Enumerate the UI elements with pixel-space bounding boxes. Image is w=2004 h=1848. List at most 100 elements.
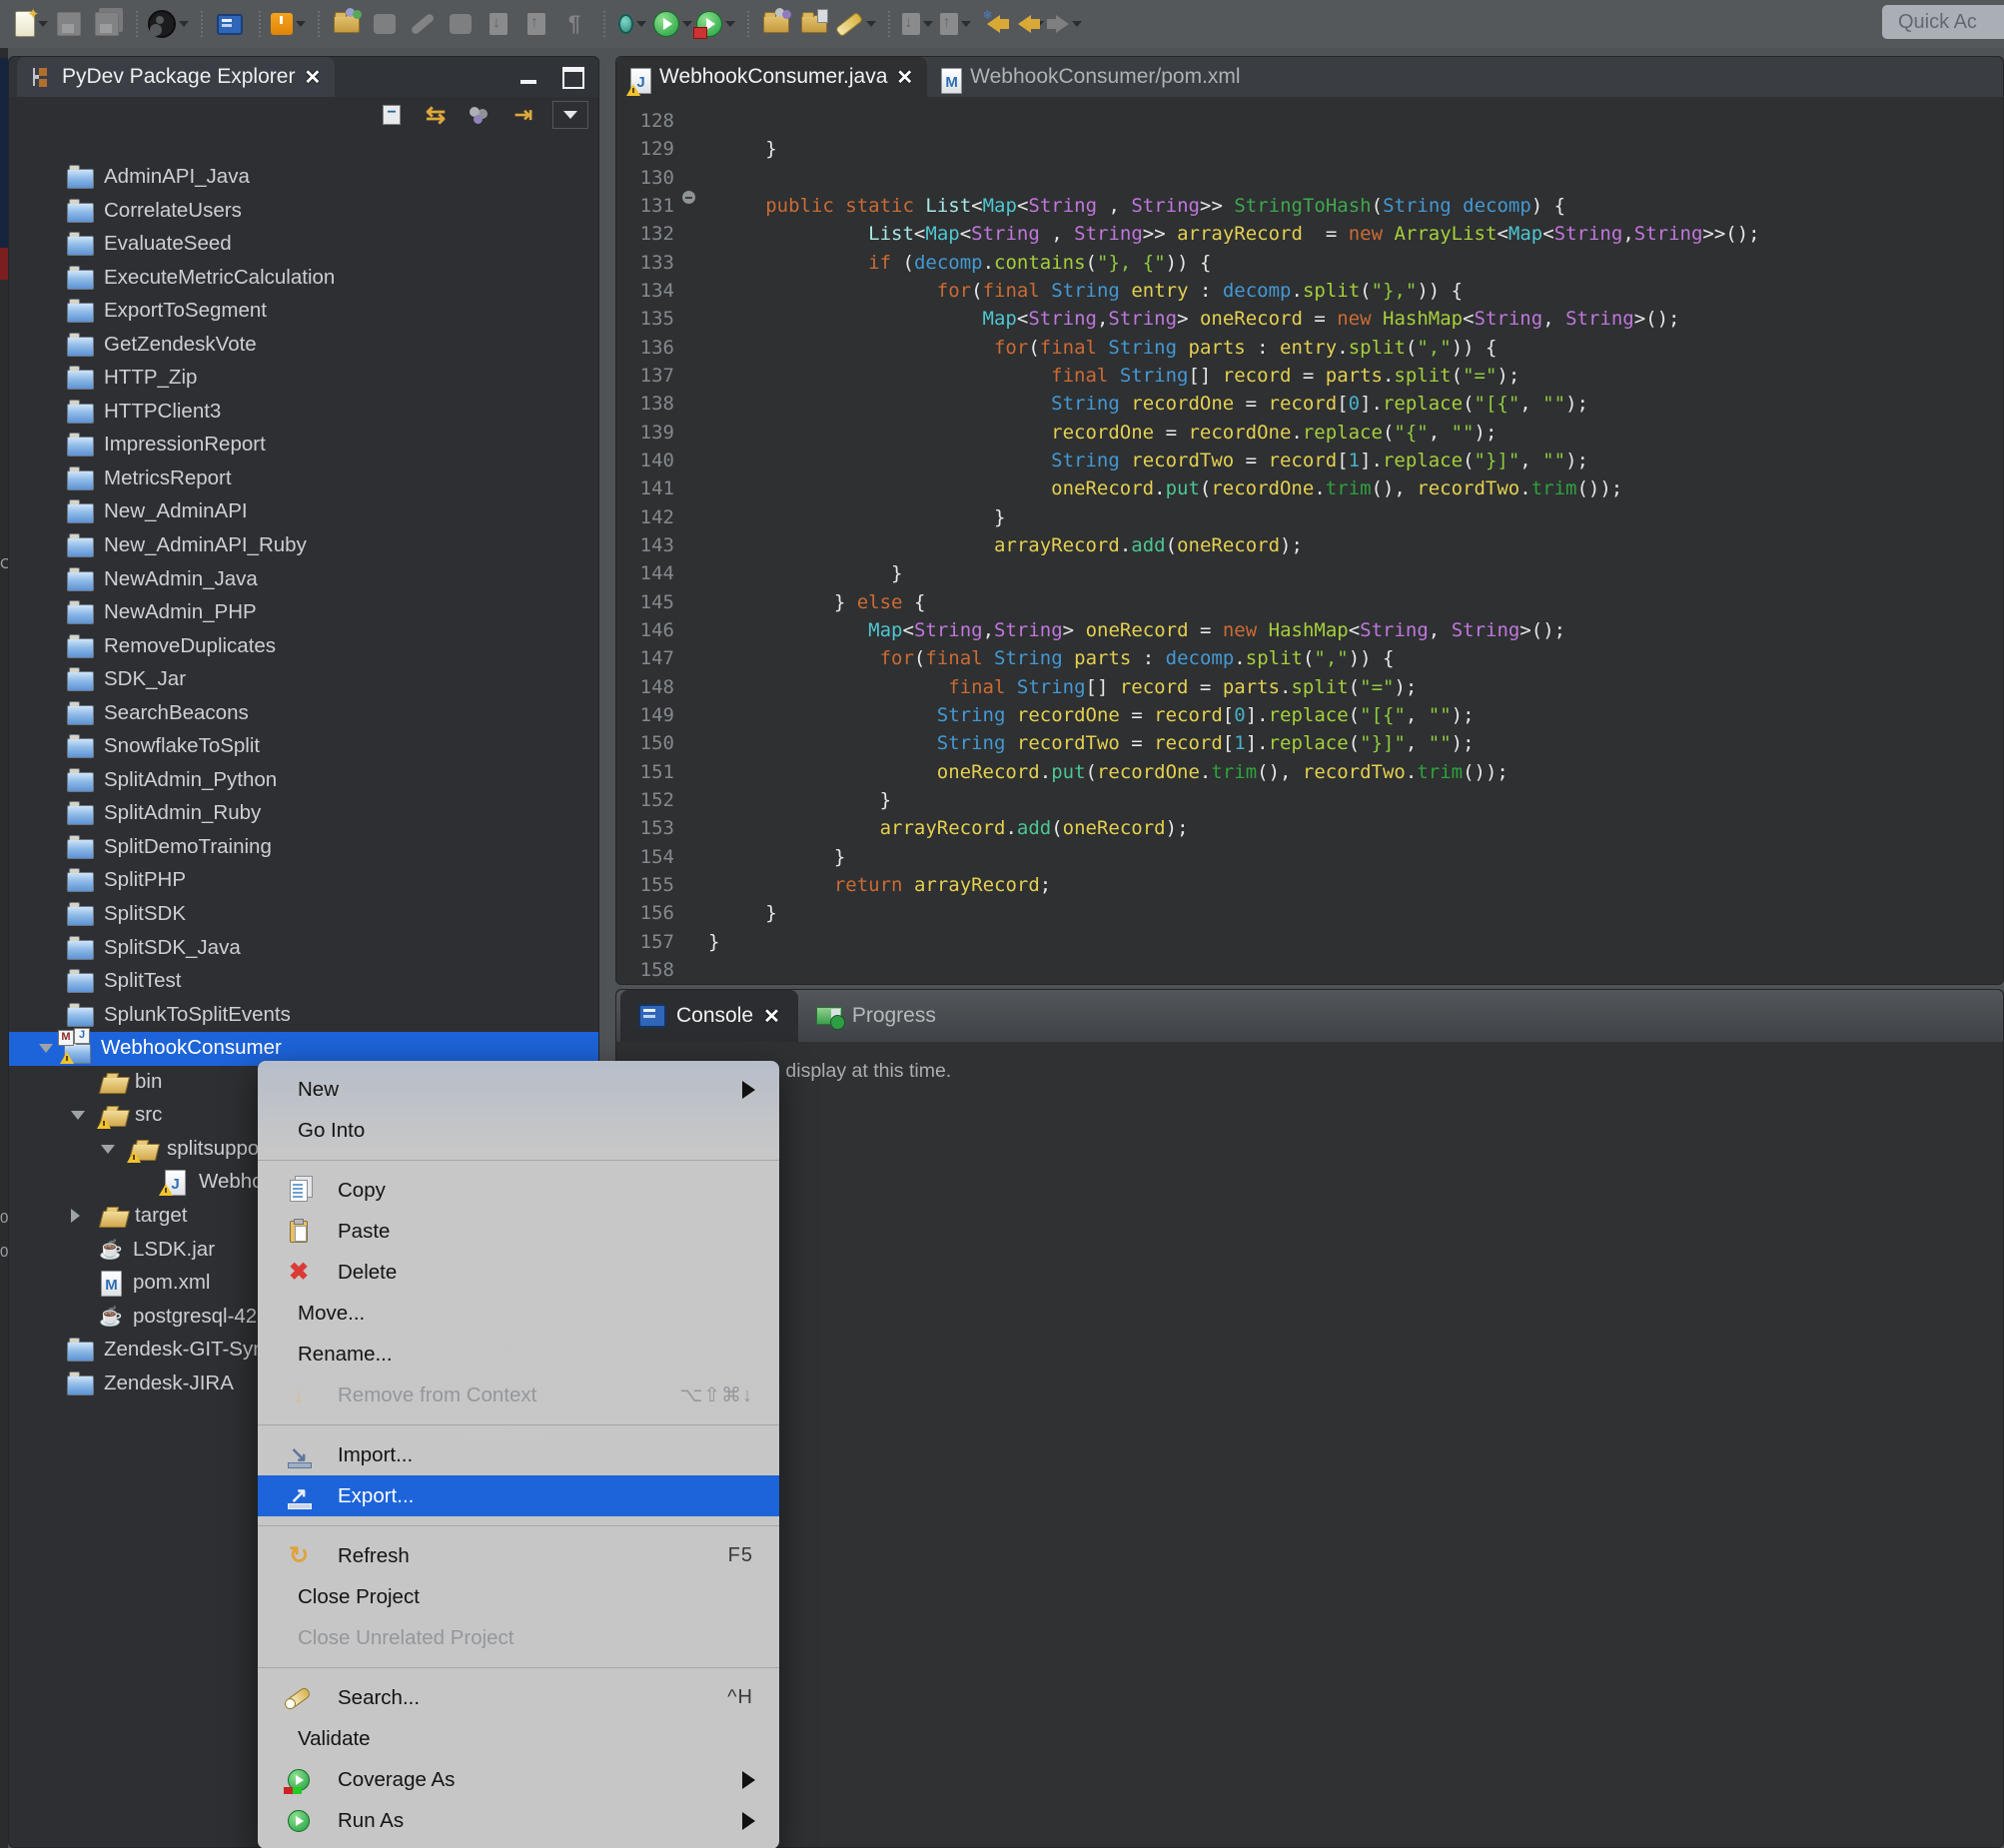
dropdown-caret-icon[interactable] — [725, 21, 735, 27]
folder-open-warn-icon — [131, 1137, 158, 1161]
back-to-last-edit-button[interactable] — [976, 6, 1010, 42]
tree-item-correlateusers[interactable]: CorrelateUsers — [9, 195, 598, 229]
dropdown-caret-icon[interactable] — [961, 21, 971, 27]
menu-shortcut: ⌥⇧⌘↓ — [679, 1383, 753, 1407]
folder-icon — [67, 868, 94, 892]
line-number: 132 — [616, 220, 674, 248]
explorer-tab-bar: PyDev Package Explorer ✕ — [9, 57, 598, 97]
expand-arrow-icon[interactable] — [71, 1209, 80, 1223]
tree-item-new-adminapi-ruby[interactable]: New_AdminAPI_Ruby — [9, 529, 598, 563]
dropdown-caret-icon[interactable] — [636, 21, 646, 27]
tree-item-splitsdk-java[interactable]: SplitSDK_Java — [9, 932, 598, 966]
tree-item-label: GetZendeskVote — [104, 333, 257, 357]
submenu-arrow-icon — [742, 1081, 755, 1099]
dropdown-caret-icon[interactable] — [1072, 21, 1082, 27]
tree-item-sdk-jar[interactable]: SDK_Jar — [9, 663, 598, 697]
menu-item-copy[interactable]: Copy — [258, 1170, 779, 1211]
menu-item-move[interactable]: Move... — [258, 1293, 779, 1334]
collapse-arrow-icon[interactable] — [71, 1111, 85, 1120]
close-editor-tab-icon[interactable]: ✕ — [896, 65, 913, 90]
tree-item-splittest[interactable]: SplitTest — [9, 965, 598, 999]
collapse-all-button[interactable] — [377, 101, 407, 129]
filters-button[interactable] — [465, 101, 495, 129]
menu-item-delete[interactable]: ✖Delete — [258, 1252, 779, 1293]
profile-button[interactable] — [696, 6, 735, 42]
quick-access-box[interactable]: Quick Ac — [1882, 5, 2004, 39]
focus-on-active-task-button[interactable]: ⇥ — [508, 101, 538, 129]
user-profile-button[interactable] — [148, 6, 189, 42]
new-wizard-button[interactable] — [14, 6, 48, 42]
tree-item-splitadmin-ruby[interactable]: SplitAdmin_Ruby — [9, 797, 598, 831]
tree-item-newadmin-php[interactable]: NewAdmin_PHP — [9, 596, 598, 630]
tree-item-splitsdk[interactable]: SplitSDK — [9, 898, 598, 932]
menu-item-paste[interactable]: Paste — [258, 1211, 779, 1252]
tree-item-splitdemotraining[interactable]: SplitDemoTraining — [9, 831, 598, 865]
menu-item-validate[interactable]: Validate — [258, 1718, 779, 1759]
mark-occurrences-button[interactable] — [835, 6, 876, 42]
link-with-editor-button[interactable]: ⇆ — [421, 101, 451, 129]
tab-console[interactable]: Console ✕ — [620, 990, 798, 1042]
menu-item-go-into[interactable]: Go Into — [258, 1110, 779, 1151]
tree-item-splitadmin-python[interactable]: SplitAdmin_Python — [9, 764, 598, 798]
tree-item-metricsreport[interactable]: MetricsReport — [9, 462, 598, 496]
package-build-button[interactable] — [271, 6, 306, 42]
tree-item-impressionreport[interactable]: ImpressionReport — [9, 429, 598, 462]
tree-item-removeduplicates[interactable]: RemoveDuplicates — [9, 630, 598, 664]
open-task-button[interactable] — [797, 6, 831, 42]
dropdown-caret-icon[interactable] — [866, 21, 876, 27]
save-all-button — [90, 6, 124, 42]
tree-item-searchbeacons[interactable]: SearchBeacons — [9, 697, 598, 731]
collapse-arrow-icon[interactable] — [39, 1044, 53, 1053]
back-button[interactable] — [1014, 6, 1048, 42]
close-console-tab-icon[interactable]: ✕ — [763, 1004, 780, 1029]
tab-pom-xml[interactable]: M WebhookConsumer/pom.xml — [927, 57, 1254, 97]
tree-item-new-adminapi[interactable]: New_AdminAPI — [9, 495, 598, 529]
tree-item-snowflaketosplit[interactable]: SnowflakeToSplit — [9, 730, 598, 764]
tab-progress[interactable]: Progress — [798, 990, 954, 1042]
menu-item-search[interactable]: Search...^H — [258, 1677, 779, 1718]
tab-pydev-package-explorer[interactable]: PyDev Package Explorer ✕ — [17, 57, 335, 97]
tree-item-adminapi-java[interactable]: AdminAPI_Java — [9, 161, 598, 195]
editor-tab-title: WebhookConsumer.java — [659, 65, 887, 89]
menu-item-refresh[interactable]: ↻RefreshF5 — [258, 1535, 779, 1576]
tree-item-exporttosegment[interactable]: ExportToSegment — [9, 295, 598, 329]
debug-button[interactable] — [615, 6, 649, 42]
removectx-icon: ↓ — [286, 1384, 312, 1407]
dropdown-caret-icon[interactable] — [682, 21, 692, 27]
fold-marker-icon[interactable] — [682, 191, 695, 204]
menu-item-close-project[interactable]: Close Project — [258, 1576, 779, 1617]
line-number: 139 — [616, 419, 674, 447]
folder-icon — [67, 366, 94, 390]
maximize-icon[interactable] — [562, 67, 584, 89]
line-number: 157 — [616, 928, 674, 956]
dropdown-caret-icon[interactable] — [296, 21, 306, 27]
open-run-config-button[interactable] — [330, 6, 364, 42]
tab-webhookconsumer-java[interactable]: J WebhookConsumer.java ✕ — [616, 57, 927, 97]
terminal-button[interactable] — [213, 6, 247, 42]
tree-item-executemetriccalculation[interactable]: ExecuteMetricCalculation — [9, 262, 598, 296]
menu-item-import[interactable]: ↘Import... — [258, 1434, 779, 1475]
open-type-button[interactable] — [759, 6, 793, 42]
collapse-arrow-icon[interactable] — [101, 1145, 115, 1154]
tree-item-evaluateseed[interactable]: EvaluateSeed — [9, 228, 598, 262]
view-menu-button[interactable] — [552, 101, 588, 129]
dropdown-caret-icon[interactable] — [923, 21, 933, 27]
tree-item-http-zip[interactable]: HTTP_Zip — [9, 362, 598, 396]
menu-item-run-as[interactable]: Run As — [258, 1800, 779, 1841]
tree-item-splunktosplitevents[interactable]: SplunkToSplitEvents — [9, 999, 598, 1033]
tree-item-getzendeskvote[interactable]: GetZendeskVote — [9, 329, 598, 363]
tree-item-httpclient3[interactable]: HTTPClient3 — [9, 396, 598, 430]
menu-item-export[interactable]: ↗Export... — [258, 1475, 779, 1516]
tree-item-splitphp[interactable]: SplitPHP — [9, 864, 598, 898]
tree-item-newadmin-java[interactable]: NewAdmin_Java — [9, 563, 598, 597]
close-explorer-tab-icon[interactable]: ✕ — [304, 65, 321, 90]
menu-item-rename[interactable]: Rename... — [258, 1334, 779, 1375]
run-button[interactable] — [653, 6, 692, 42]
menu-item-coverage-as[interactable]: Coverage As — [258, 1759, 779, 1800]
menu-item-new[interactable]: New — [258, 1069, 779, 1110]
dropdown-caret-icon[interactable] — [179, 21, 189, 27]
floppy-icon — [57, 12, 81, 36]
line-number: 149 — [616, 701, 674, 729]
code-editor[interactable]: 128129 }130131 public static List<Map<St… — [616, 97, 2003, 986]
minimize-icon[interactable] — [520, 80, 536, 84]
